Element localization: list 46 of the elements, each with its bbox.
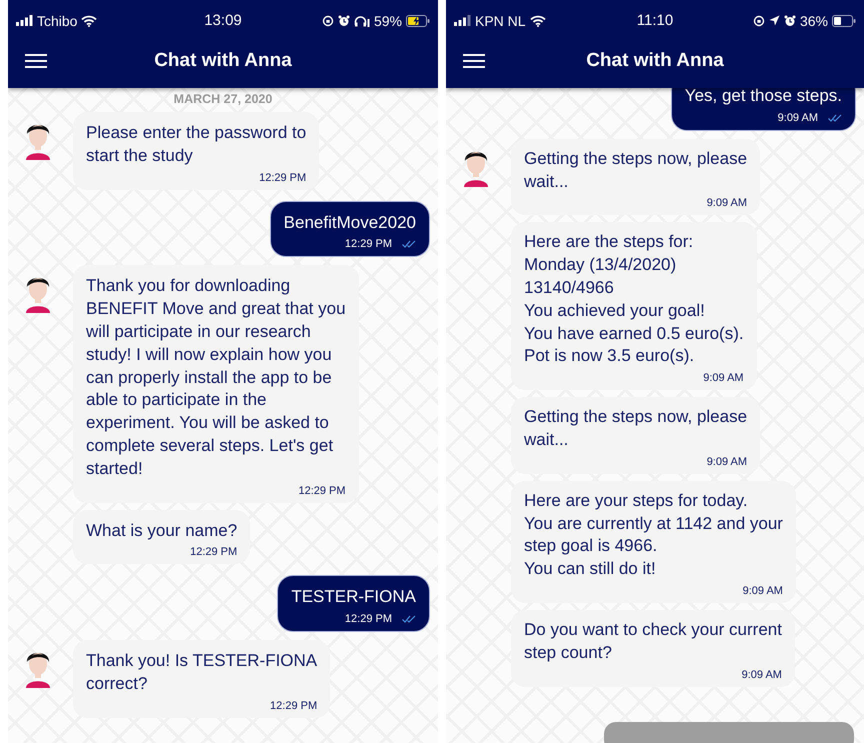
message-text: TESTER-FIONA <box>291 586 416 608</box>
orientation-lock-icon <box>322 14 334 26</box>
message-time: 9:09 AM <box>742 584 783 597</box>
input-bar[interactable] <box>604 722 854 743</box>
wifi-icon <box>530 14 546 26</box>
wifi-icon <box>81 14 98 26</box>
message-time: 9:09 AM <box>706 197 748 210</box>
message-time: 9:09 AM <box>706 456 748 468</box>
message-time: 9:09 AM <box>703 372 744 384</box>
battery-percent: 36% <box>800 12 828 28</box>
signal-icon <box>454 15 471 26</box>
message-time: 12:29 PM <box>259 172 306 184</box>
message-text: Getting the steps now, please wait... <box>524 148 748 193</box>
message-text: What is your name? <box>86 520 238 542</box>
message-text: Do you want to check your current step count? <box>524 618 782 664</box>
date-label: MARCH 27, 2020 <box>174 92 272 106</box>
message-time: 12:29 PM <box>344 238 392 250</box>
message-text: Please enter the password to start the study <box>86 122 306 167</box>
message-time: 12:29 PM <box>344 613 392 626</box>
message-time: 9:09 AM <box>742 668 782 681</box>
message-text: Here are your steps for today. You are currently at 1142 and your step goal is 4966. You can still do it! <box>524 490 783 580</box>
message-text: Here are the steps for: Monday (13/4/2020) 13140/4966 You achieved your goal! You have earned 0.5 euro(s). Pot is now 3.5 euro(s). <box>524 231 744 368</box>
chat-title: Chat with Anna <box>154 50 292 72</box>
status-time: 13:09 <box>204 12 242 29</box>
alarm-icon <box>338 14 350 26</box>
orientation-lock-icon <box>752 14 765 26</box>
message-time: 12:29 PM <box>270 700 318 712</box>
carrier-name: KPN NL <box>475 12 526 28</box>
message-text: Thank you! Is TESTER-FIONA correct? <box>86 650 318 695</box>
message-time: 12:29 PM <box>298 484 346 497</box>
message-time: 12:29 PM <box>190 546 238 558</box>
message-text: Yes, get those steps. <box>684 85 842 107</box>
message-text: Getting the steps now, please wait... <box>524 406 748 451</box>
chat-title: Chat with Anna <box>586 50 724 72</box>
battery-percent: 59% <box>374 12 402 28</box>
message-text: Thank you for downloading BENEFIT Move and great that you will participate in our research study! I will now explain how you can properly install the app to be able to participate in the experiment. You will be asked to complete several steps. Let's get started! <box>86 275 346 480</box>
status-time: 11:10 <box>636 12 674 29</box>
signal-icon <box>16 15 33 26</box>
menu-icon[interactable] <box>25 53 47 69</box>
message-time: 9:09 AM <box>778 112 818 124</box>
headphones-icon <box>354 14 370 26</box>
carrier-name: Tchibo <box>37 12 78 28</box>
location-arrow-icon <box>768 15 780 26</box>
alarm-icon <box>784 14 796 26</box>
message-text: BenefitMove2020 <box>284 212 416 234</box>
menu-icon[interactable] <box>463 53 485 69</box>
